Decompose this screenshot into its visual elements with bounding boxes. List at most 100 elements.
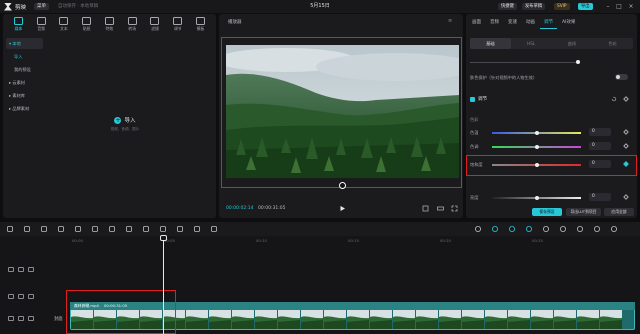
shortcuts-button[interactable]: 快捷键 bbox=[498, 3, 517, 10]
select-icon[interactable] bbox=[6, 225, 14, 233]
menu-button[interactable]: 菜单 bbox=[34, 3, 49, 10]
tab-audio[interactable]: 音频 bbox=[32, 14, 50, 35]
fullscreen-icon[interactable] bbox=[451, 205, 458, 212]
svip-button[interactable]: SVIP bbox=[554, 3, 570, 10]
import-area[interactable]: + 导入 视频、音频、图片 bbox=[95, 116, 155, 146]
split-right-icon[interactable] bbox=[91, 225, 99, 233]
lock-icon[interactable] bbox=[8, 294, 14, 299]
tab-transition[interactable]: 转场 bbox=[123, 14, 141, 35]
mirror-icon[interactable] bbox=[159, 225, 167, 233]
publish-draft-button[interactable]: 发布草稿 bbox=[522, 3, 546, 10]
play-icon[interactable] bbox=[339, 205, 346, 212]
crop-icon[interactable] bbox=[193, 225, 201, 233]
side-nav-item[interactable]: 导入 bbox=[6, 51, 43, 62]
tab-sticker[interactable]: 贴纸 bbox=[78, 14, 96, 35]
redo-icon[interactable] bbox=[40, 225, 48, 233]
property-tab[interactable]: AI效果 bbox=[558, 17, 579, 29]
adjust-slider-knob[interactable] bbox=[534, 195, 539, 200]
side-nav-item[interactable]: ▾ 本地 bbox=[6, 38, 43, 49]
adjust-slider-knob[interactable] bbox=[534, 130, 539, 135]
property-tab[interactable]: 变速 bbox=[504, 17, 521, 29]
apply-all-button[interactable]: 应用全部 bbox=[604, 208, 634, 216]
menu-icon[interactable]: ≡ bbox=[448, 18, 452, 24]
clip-thumbnail bbox=[370, 310, 392, 329]
adjust-sub-tab[interactable]: 基础 bbox=[470, 38, 511, 49]
lock-icon[interactable] bbox=[8, 316, 14, 321]
property-tab[interactable]: 调节 bbox=[540, 17, 557, 29]
microphone-icon[interactable] bbox=[474, 225, 482, 233]
delete-icon[interactable] bbox=[108, 225, 116, 233]
tab-filter[interactable]: 滤镜 bbox=[146, 14, 164, 35]
eye-icon[interactable] bbox=[18, 294, 24, 299]
top-slider-knob[interactable] bbox=[576, 60, 580, 64]
eye-icon[interactable] bbox=[18, 267, 24, 272]
adjust-checkbox[interactable] bbox=[470, 97, 475, 102]
audio-icon[interactable] bbox=[28, 294, 34, 299]
minimize-icon[interactable]: – bbox=[604, 2, 612, 11]
playhead-handle[interactable] bbox=[160, 235, 167, 241]
export-button[interactable]: 导出 bbox=[578, 3, 593, 10]
adjust-sub-tab[interactable]: HSL bbox=[511, 38, 552, 49]
adjust-slider-knob[interactable] bbox=[534, 144, 539, 149]
property-tab[interactable]: 音频 bbox=[486, 17, 503, 29]
side-nav-item[interactable]: ▸ 素材库 bbox=[6, 90, 43, 101]
tab-template[interactable]: 模板 bbox=[192, 14, 210, 35]
adjust-sub-tab[interactable]: 色轮 bbox=[592, 38, 633, 49]
clip-thumbnail bbox=[393, 310, 415, 329]
reset-icon[interactable] bbox=[611, 96, 617, 102]
video-transform-handle[interactable] bbox=[339, 182, 346, 189]
tab-adjust[interactable]: 调节 bbox=[169, 14, 187, 35]
skin-protect-toggle[interactable] bbox=[615, 74, 628, 80]
clip-thumbnail bbox=[439, 310, 461, 329]
snap-icon[interactable] bbox=[508, 225, 516, 233]
tab-label: 调节 bbox=[173, 26, 182, 31]
audio-icon[interactable] bbox=[28, 267, 34, 272]
tab-text[interactable]: 文本 bbox=[55, 14, 73, 35]
fit-icon[interactable] bbox=[610, 225, 618, 233]
crop-ratio-icon[interactable] bbox=[422, 205, 429, 212]
adjust-sub-tab[interactable]: 曲线 bbox=[552, 38, 593, 49]
side-nav-item[interactable]: 我的预设 bbox=[6, 64, 43, 75]
adjust-value-input[interactable]: 0 bbox=[589, 142, 611, 150]
property-tab[interactable]: 动画 bbox=[522, 17, 539, 29]
undo-icon[interactable] bbox=[23, 225, 31, 233]
split-icon[interactable] bbox=[57, 225, 65, 233]
tab-media[interactable]: 媒体 bbox=[9, 14, 27, 35]
zoom-in-icon[interactable] bbox=[593, 225, 601, 233]
playhead[interactable] bbox=[163, 237, 164, 334]
zoom-slider[interactable] bbox=[576, 225, 584, 233]
preview-axis-icon[interactable] bbox=[542, 225, 550, 233]
rotate-icon[interactable] bbox=[176, 225, 184, 233]
adjust-value-input[interactable]: 0 bbox=[589, 128, 611, 136]
link-icon[interactable] bbox=[491, 225, 499, 233]
save-preset-button[interactable]: 保存预设 bbox=[532, 208, 562, 216]
time-ruler[interactable] bbox=[0, 236, 640, 245]
export-lut-button[interactable]: 导出LUT到项目 bbox=[566, 208, 601, 216]
more-icon[interactable] bbox=[210, 225, 218, 233]
split-left-icon[interactable] bbox=[74, 225, 82, 233]
plus-icon: + bbox=[114, 116, 122, 124]
property-tab[interactable]: 画面 bbox=[468, 17, 485, 29]
close-icon[interactable]: × bbox=[627, 2, 635, 11]
tab-effects[interactable]: 特效 bbox=[100, 14, 118, 35]
top-slider-track[interactable] bbox=[470, 62, 580, 63]
player-title: 播放器 bbox=[228, 20, 242, 25]
adjust-value-input[interactable]: 0 bbox=[589, 193, 611, 201]
clip-thumbnail bbox=[554, 310, 576, 329]
eye-icon[interactable] bbox=[18, 316, 24, 321]
media-icon bbox=[13, 17, 23, 25]
ratio-icon[interactable] bbox=[437, 205, 444, 212]
clip-thumbnail bbox=[278, 310, 300, 329]
freeze-icon[interactable] bbox=[125, 225, 133, 233]
zoom-out-icon[interactable] bbox=[559, 225, 567, 233]
side-nav-item[interactable]: ▸ 品牌素材 bbox=[6, 103, 43, 114]
magnet-icon[interactable] bbox=[525, 225, 533, 233]
audio-icon[interactable] bbox=[28, 316, 34, 321]
reverse-icon[interactable] bbox=[142, 225, 150, 233]
side-nav-item[interactable]: ▸ 云素材 bbox=[6, 77, 43, 88]
ruler-tick-label: 00:20 bbox=[440, 238, 451, 243]
lock-icon[interactable] bbox=[8, 267, 14, 272]
cover-label[interactable]: 封面 bbox=[54, 316, 63, 322]
maximize-icon[interactable]: □ bbox=[615, 2, 623, 11]
draft-title[interactable]: 5月15日 bbox=[300, 3, 340, 10]
